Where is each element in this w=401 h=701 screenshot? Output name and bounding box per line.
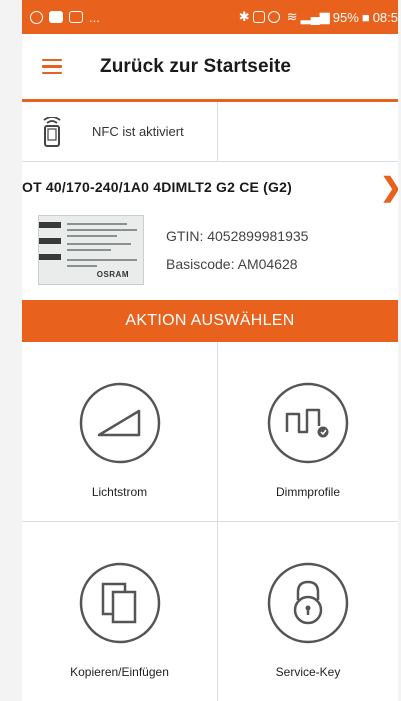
tile-label: Kopieren/Einfügen	[70, 665, 169, 679]
clock: 08:5	[372, 9, 398, 25]
mute-icon	[267, 11, 280, 23]
whatsapp-icon	[30, 10, 43, 24]
tile-label: Lichtstrom	[91, 485, 148, 499]
label-brand-text: OSRAM	[96, 270, 129, 279]
device-title-row: OT 40/170-240/1A0 4DIMLT2 G2 CE (G2) ❯	[22, 162, 398, 200]
image-icon	[69, 11, 83, 23]
lock-icon	[267, 562, 349, 644]
nfc-status-row: NFC ist aktiviert	[22, 102, 398, 162]
nfc-status-label: NFC ist aktiviert	[92, 124, 184, 139]
tile-kopieren-einfuegen[interactable]: Kopieren/Einfügen	[22, 522, 218, 701]
status-more: ...	[89, 9, 100, 25]
tile-lichtstrom[interactable]: Lichtstrom	[22, 342, 218, 522]
back-to-home-title[interactable]: Zurück zur Startseite	[100, 56, 291, 78]
device-name: OT 40/170-240/1A0 4DIMLT2 G2 CE (G2)	[22, 179, 292, 195]
device-body: OSRAM GTIN: 4052899981935 Basiscode: AM0…	[22, 200, 398, 300]
bluetooth-icon: ✱	[238, 9, 250, 24]
tile-dimmprofile[interactable]: Dimmprofile	[218, 342, 398, 522]
status-bar-right: ✱ ≋ ▂▄▆ 95% ■ 08:5	[239, 9, 398, 25]
device-gtin: GTIN: 4052899981935	[166, 228, 309, 244]
status-bar: ... ✱ ≋ ▂▄▆ 95% ■ 08:5	[22, 0, 398, 34]
battery-percent: 95%	[332, 9, 359, 25]
screen-frame-left	[0, 0, 22, 701]
tile-label: Dimmprofile	[275, 485, 340, 499]
device-card[interactable]: OT 40/170-240/1A0 4DIMLT2 G2 CE (G2) ❯ O…	[22, 162, 398, 300]
signal-icon: ▂▄▆	[300, 9, 330, 24]
app-screen: ... ✱ ≋ ▂▄▆ 95% ■ 08:5 Zurück zur Starts…	[22, 0, 398, 701]
device-info: GTIN: 4052899981935 Basiscode: AM04628	[166, 222, 308, 278]
nfc-phone-icon	[43, 116, 61, 147]
dimm-profile-icon	[267, 382, 349, 464]
device-basiscode: Basiscode: AM04628	[166, 256, 298, 272]
select-action-bar[interactable]: AKTION AUSWÄHLEN	[22, 300, 398, 342]
app-bar: Zurück zur Startseite	[22, 34, 398, 102]
nfc-icon	[252, 11, 265, 23]
chevron-right-icon[interactable]: ❯	[380, 174, 398, 200]
hamburger-menu-icon[interactable]	[42, 55, 62, 79]
copy-icon	[79, 562, 160, 644]
tile-label: Service-Key	[275, 665, 341, 679]
facebook-icon	[49, 11, 63, 23]
status-bar-left: ...	[30, 10, 100, 25]
nfc-status: NFC ist aktiviert	[22, 102, 218, 161]
battery-icon: ■	[361, 9, 370, 25]
action-grid: Lichtstrom Dimmprofile Kopieren/Einfügen	[22, 342, 398, 701]
tile-service-key[interactable]: Service-Key	[218, 522, 398, 701]
device-label-image: OSRAM	[38, 215, 144, 285]
ramp-icon	[79, 382, 160, 464]
wifi-icon: ≋	[286, 9, 298, 24]
nfc-row-empty-cell	[218, 102, 398, 161]
